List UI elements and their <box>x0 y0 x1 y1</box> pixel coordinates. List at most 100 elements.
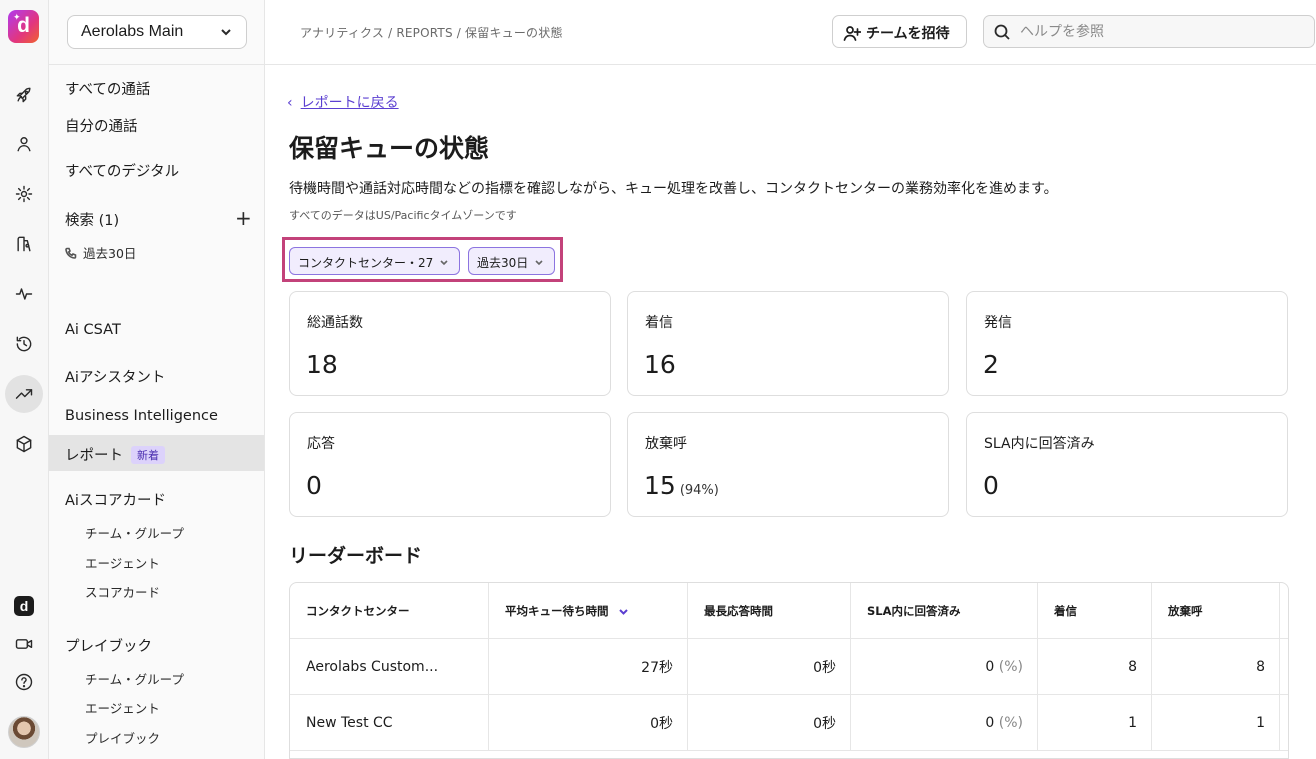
history-icon[interactable] <box>10 330 38 358</box>
cell-sla-answered: 0 (%) <box>851 639 1038 695</box>
column-header-longest-answer[interactable]: 最長応答時間 <box>688 583 851 639</box>
chevron-down-icon <box>534 256 544 266</box>
gear-icon[interactable] <box>10 180 38 208</box>
sidebar-item-scorecard-team-group[interactable]: チーム・グループ <box>85 523 184 542</box>
chevron-down-icon <box>439 256 449 266</box>
workspace-header: Aerolabs Main <box>49 0 264 65</box>
cube-icon[interactable] <box>10 430 38 458</box>
sidebar-item-scorecard-agent[interactable]: エージェント <box>85 553 160 572</box>
sidebar-item-saved-search[interactable]: 過去30日 <box>65 243 136 262</box>
column-header-inbound[interactable]: 着信 <box>1038 583 1152 639</box>
workspace-name: Aerolabs Main <box>81 23 184 40</box>
column-header-contact-center[interactable]: コンタクトセンター <box>290 583 489 639</box>
column-header-sla-answered[interactable]: SLA内に回答済み <box>851 583 1038 639</box>
sidebar-item-playbook-team-group[interactable]: チーム・グループ <box>85 669 184 688</box>
filter-bar-highlight: コンタクトセンター・27 過去30日 <box>282 237 563 282</box>
cell-avg-queue-wait: 27秒 <box>489 639 688 695</box>
page-description: 待機時間や通話対応時間などの指標を確認しながら、キュー処理を改善し、コンタクトセ… <box>289 181 1058 197</box>
column-header-avg-queue-wait[interactable]: 平均キュー待ち時間 <box>489 583 688 639</box>
rocket-icon[interactable] <box>10 81 38 109</box>
sidebar-item-reports[interactable]: レポート 新着 <box>65 444 165 465</box>
metric-number: 18 <box>306 350 338 379</box>
metric-label: SLA内に回答済み <box>984 436 1095 452</box>
app-logo[interactable]: ✦ d <box>8 10 39 43</box>
metric-percent: (94%) <box>679 483 719 498</box>
metric-number: 16 <box>644 350 676 379</box>
sidebar-item-scorecard[interactable]: スコアカード <box>85 582 160 601</box>
sidebar-item-all-calls[interactable]: すべての通話 <box>65 78 150 99</box>
metric-label: 発信 <box>984 315 1012 331</box>
cell-abandoned: 1 <box>1152 695 1280 751</box>
invite-team-label: チームを招待 <box>866 26 950 42</box>
user-avatar[interactable] <box>8 716 40 748</box>
help-search-input[interactable] <box>1020 21 1300 43</box>
chevron-down-icon <box>219 25 233 39</box>
cell-sla-answered: 0 (%) <box>851 695 1038 751</box>
metric-value: 0 <box>306 471 322 500</box>
sort-chevron-icon[interactable] <box>618 606 629 617</box>
sidebar-item-all-digital[interactable]: すべてのデジタル <box>65 160 179 181</box>
metric-card-total-calls: 総通話数 18 <box>289 291 611 396</box>
cell-longest-answer: 0秒 <box>688 695 851 751</box>
invite-team-button[interactable]: チームを招待 <box>832 15 967 48</box>
sla-value: 0 <box>985 715 995 731</box>
contact-center-filter[interactable]: コンタクトセンター・27 <box>289 247 460 275</box>
table-row[interactable]: Aerolabs Custom... 27秒 0秒 0 (%) 8 8 <box>290 639 1288 695</box>
cell-longest-answer: 0秒 <box>688 639 851 695</box>
metric-value: 18 <box>306 350 338 379</box>
metric-label: 応答 <box>307 436 335 452</box>
add-search-icon[interactable]: + <box>235 208 252 228</box>
workspace-selector[interactable]: Aerolabs Main <box>67 15 247 49</box>
sidebar-item-business-intelligence[interactable]: Business Intelligence <box>65 408 218 424</box>
metric-number: 0 <box>306 471 322 500</box>
cell-inbound: 1 <box>1038 695 1152 751</box>
back-to-reports-label: レポートに戻る <box>300 95 399 111</box>
sla-percent: (%) <box>998 659 1023 675</box>
dialpad-icon[interactable]: d <box>14 596 34 616</box>
sidebar-item-my-calls[interactable]: 自分の通話 <box>65 115 138 136</box>
top-bar: アナリティクス / REPORTS / 保留キューの状態 チームを招待 <box>265 0 1316 65</box>
column-header-abandoned[interactable]: 放棄呼 <box>1152 583 1280 639</box>
video-icon[interactable] <box>10 630 38 658</box>
trending-up-icon[interactable] <box>5 375 43 413</box>
sidebar-item-ai-csat[interactable]: Ai CSAT <box>65 322 121 338</box>
metric-number: 0 <box>983 471 999 500</box>
icon-rail: ✦ d d <box>0 0 49 759</box>
sidebar-item-ai-assistant[interactable]: Aiアシスタント <box>65 366 165 387</box>
period-filter-label: 過去30日 <box>477 256 529 270</box>
chevron-left-icon: ‹ <box>287 95 293 111</box>
add-user-icon <box>843 24 862 42</box>
back-to-reports-link[interactable]: ‹ レポートに戻る <box>287 92 399 112</box>
period-filter[interactable]: 過去30日 <box>468 247 555 275</box>
leaderboard-title: リーダーボード <box>289 545 423 567</box>
person-icon[interactable] <box>10 130 38 158</box>
metric-label: 着信 <box>645 315 673 331</box>
table-row[interactable]: New Test CC 0秒 0秒 0 (%) 1 1 <box>290 695 1288 751</box>
sidebar-item-playbook-agent[interactable]: エージェント <box>85 698 160 717</box>
sidebar-item-reports-label: レポート <box>65 448 123 464</box>
leaderboard-table: コンタクトセンター 平均キュー待ち時間 最長応答時間 SLA内に回答済み 着信 … <box>289 582 1289 759</box>
metric-card-abandoned: 放棄呼 15 (94%) <box>627 412 949 517</box>
sidebar-item-playbook-list[interactable]: プレイブック <box>85 728 160 747</box>
sidebar-item-search[interactable]: 検索 (1) <box>65 209 119 230</box>
activity-icon[interactable] <box>10 280 38 308</box>
cell-abandoned: 8 <box>1152 639 1280 695</box>
breadcrumb: アナリティクス / REPORTS / 保留キューの状態 <box>300 26 563 40</box>
sidebar-item-ai-scorecard[interactable]: Aiスコアカード <box>65 489 166 510</box>
help-icon[interactable] <box>10 668 38 696</box>
sla-percent: (%) <box>998 715 1023 731</box>
sidebar-item-playbook[interactable]: プレイブック <box>65 635 152 656</box>
new-badge: 新着 <box>131 446 165 464</box>
cell-inbound: 8 <box>1038 639 1152 695</box>
help-search <box>983 15 1315 48</box>
saved-search-label: 過去30日 <box>83 246 137 261</box>
main-content: ‹ レポートに戻る 保留キューの状態 待機時間や通話対応時間などの指標を確認しなが… <box>265 65 1316 759</box>
contact-center-filter-label: コンタクトセンター・27 <box>298 256 434 270</box>
table-header-row: コンタクトセンター 平均キュー待ち時間 最長応答時間 SLA内に回答済み 着信 … <box>290 583 1288 639</box>
metric-value: 2 <box>983 350 999 379</box>
metric-card-outbound: 発信 2 <box>966 291 1288 396</box>
metric-label: 総通話数 <box>307 315 363 331</box>
metric-card-sla-answered: SLA内に回答済み 0 <box>966 412 1288 517</box>
route-icon[interactable] <box>10 230 38 258</box>
metric-value: 16 <box>644 350 676 379</box>
